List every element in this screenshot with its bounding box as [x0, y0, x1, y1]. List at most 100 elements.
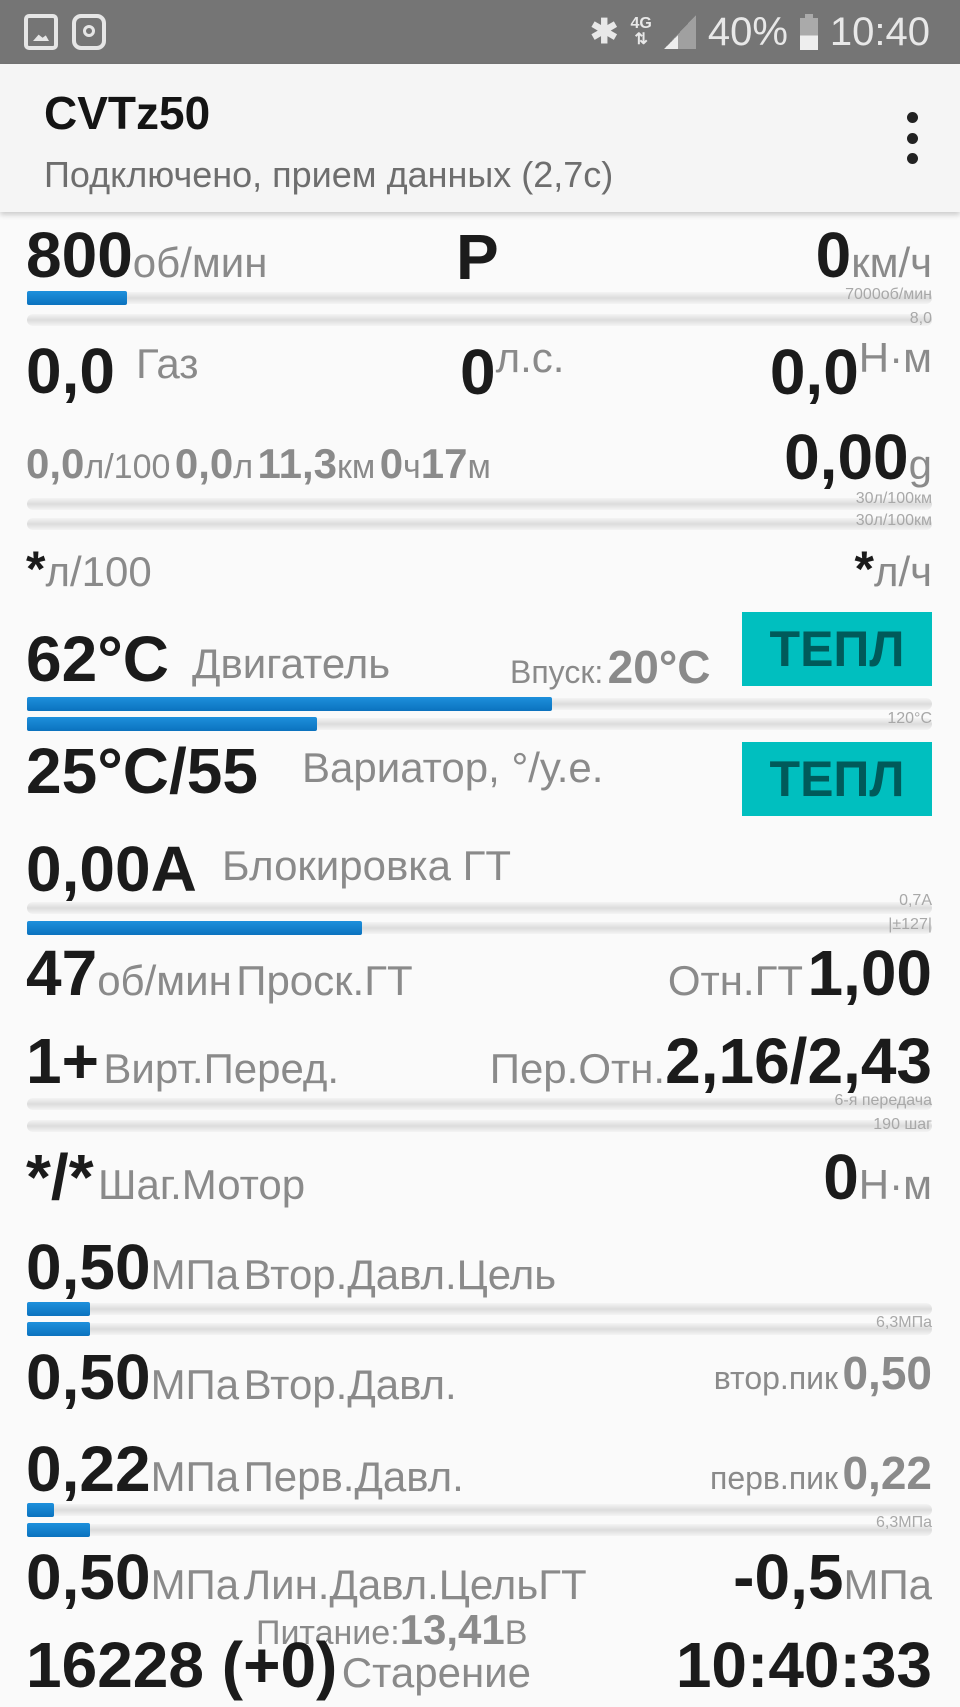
step-motor-readout: */* Шаг.Мотор — [26, 1140, 305, 1214]
pri-pressure-value: 0,22 — [26, 1433, 151, 1505]
slip-label: Проск.ГТ — [236, 957, 413, 1004]
minutes-unit: м — [467, 448, 491, 486]
pri-pressure-readout: 0,22МПа Перв.Давл. — [26, 1432, 464, 1506]
speed-unit: км/ч — [851, 239, 932, 286]
lockup-duty-bar — [27, 921, 932, 935]
gear-indicator: P — [456, 221, 499, 293]
speed-value: 0 — [815, 219, 852, 291]
speed-bar — [27, 314, 932, 326]
pri-peak-label: перв.пик — [710, 1460, 839, 1496]
sec-pressure-readout: 0,50МПа Втор.Давл. — [26, 1340, 457, 1414]
tc-pressure-readout: -0,5МПа — [733, 1540, 932, 1614]
torque-readout: 0,0Н·м — [770, 334, 932, 409]
virtual-gear-max: 6-я передача — [834, 1092, 932, 1109]
fuel-used-unit: л — [233, 448, 254, 486]
line-target-value: 0,50 — [26, 1541, 151, 1613]
rpm-value: 800 — [26, 219, 133, 291]
consumption-bar-1-max: 30л/100км — [855, 490, 932, 507]
sec-pressure-bar — [27, 1322, 932, 1336]
hours-value: 0 — [379, 440, 404, 487]
pri-pressure-bar-fill — [27, 1503, 55, 1517]
step-torque-readout: 0Н·м — [823, 1140, 932, 1214]
g-force-unit: g — [908, 441, 932, 488]
app-bar: CVTz50 Подключено, прием данных (2,7с) — [0, 64, 960, 212]
hp-value: 0 — [460, 336, 496, 408]
pri-pressure-max: 6,3МПа — [876, 1514, 932, 1531]
sec-pressure-bar-fill — [27, 1322, 91, 1336]
tc-pressure-value: -0,5 — [733, 1541, 844, 1613]
hours-unit: ч — [403, 448, 421, 486]
lockup-label: Блокировка ГТ — [222, 842, 512, 889]
torque-unit: Н·м — [858, 334, 932, 381]
lockup-current-max: 0,7A — [899, 892, 932, 909]
lockup-duty-bar-fill — [27, 921, 362, 935]
consumption-bar-2-max: 30л/100км — [855, 512, 932, 529]
instant-l100-value: * — [26, 541, 46, 597]
gear-ratio-label: Пер.Отн. — [489, 1045, 666, 1092]
virtual-gear-bar — [27, 1098, 932, 1110]
temp-bar-max: 120°C — [887, 710, 932, 727]
engine-temp-bar — [27, 697, 932, 711]
sec-pressure-label: Втор.Давл. — [243, 1361, 457, 1408]
intake-temp-label: Впуск: — [510, 654, 604, 690]
slip-unit: об/мин — [97, 957, 232, 1004]
rpm-readout: 800об/мин — [26, 218, 267, 292]
cvt-temp-bar-fill — [27, 717, 317, 731]
sec-pressure-value: 0,50 — [26, 1341, 151, 1413]
speed-bar-max: 8,0 — [909, 310, 932, 327]
step-torque-unit: Н·м — [858, 1161, 932, 1208]
engine-warm-badge: ТЕПЛ — [742, 612, 932, 686]
step-torque-value: 0 — [823, 1141, 859, 1213]
sec-peak-label: втор.пик — [713, 1360, 839, 1396]
step-motor-label: Шаг.Мотор — [98, 1161, 306, 1208]
pri-pressure-bar — [27, 1503, 932, 1517]
instant-lh-value: * — [854, 541, 874, 597]
sec-target-unit: МПа — [150, 1251, 240, 1298]
pri-pressure-unit: МПа — [150, 1453, 240, 1500]
virtual-gear-readout: 1+ Вирт.Перед. — [26, 1024, 339, 1098]
more-vert-icon[interactable] — [904, 112, 920, 164]
intake-temp-readout: Впуск: 20°C — [510, 640, 710, 694]
trip-stats: 0,0л/100 0,0л 11,3км 0ч17м — [26, 440, 491, 488]
rpm-bar — [27, 291, 932, 305]
distance-unit: км — [336, 448, 376, 486]
sec-target-label: Втор.Давл.Цель — [243, 1251, 557, 1298]
intake-temp-value: 20°C — [607, 641, 711, 693]
engine-temp-label: Двигатель — [192, 640, 391, 687]
minutes-value: 17 — [420, 440, 468, 487]
avg-consumption-value: 0,0 — [26, 440, 85, 487]
clock-value: 10:40:33 — [675, 1629, 932, 1701]
line-target-unit: МПа — [150, 1561, 240, 1608]
consumption-bar-2 — [27, 518, 932, 530]
step-motor-max: 190 шаг — [873, 1116, 932, 1133]
throttle-label: Газ — [136, 340, 199, 387]
line-pressure-bar-fill — [27, 1523, 91, 1537]
instant-lh-readout: *л/ч — [854, 540, 932, 598]
tc-ratio-readout: Отн.ГТ 1,00 — [668, 936, 932, 1010]
cvt-warm-badge: ТЕПЛ — [742, 742, 932, 816]
g-force-value: 0,00 — [784, 421, 909, 493]
line-pressure-bar — [27, 1523, 932, 1537]
sec-target-readout: 0,50МПа Втор.Давл.Цель — [26, 1230, 556, 1304]
hp-unit: л.с. — [495, 334, 565, 381]
lockup-duty-max: |±127| — [888, 916, 932, 933]
slip-value: 47 — [26, 937, 98, 1009]
rpm-bar-max: 7000об/мин — [845, 286, 932, 303]
gallery-icon — [24, 14, 58, 50]
battery-percent: 40% — [707, 10, 788, 54]
torque-value: 0,0 — [769, 336, 859, 408]
virtual-gear-label: Вирт.Перед. — [103, 1045, 340, 1092]
sec-pressure-unit: МПа — [150, 1361, 240, 1408]
gear-ratio-readout: Пер.Отн.2,16/2,43 — [490, 1024, 932, 1098]
fuel-used-value: 0,0 — [174, 440, 234, 487]
status-bar: ✱ 4G ⇅ 40% 10:40 — [0, 0, 960, 64]
engine-temp-bar-fill — [27, 697, 552, 711]
cvt-temp-label: Вариатор, °/у.е. — [302, 744, 604, 791]
instant-lh-unit: л/ч — [873, 548, 932, 595]
step-motor-value: */* — [26, 1141, 94, 1213]
sec-pressure-max: 6,3МПа — [876, 1314, 932, 1331]
sec-peak-readout: втор.пик 0,50 — [714, 1346, 932, 1400]
instant-l100-unit: л/100 — [45, 548, 152, 595]
tc-pressure-unit: МПа — [843, 1561, 932, 1608]
line-target-readout: 0,50МПа Лин.Давл.ЦельГТ — [26, 1540, 587, 1614]
